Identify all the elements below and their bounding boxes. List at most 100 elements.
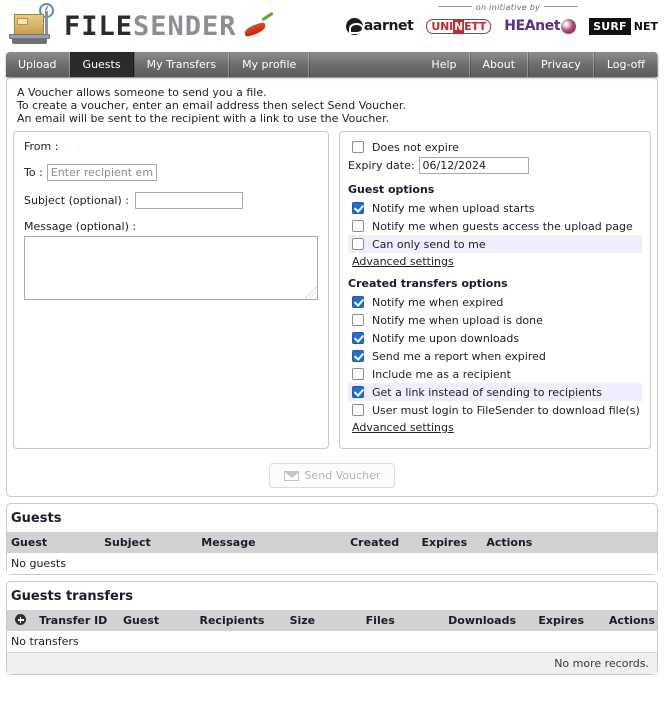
app-header: FILESENDER on initiative by aarnet UNINE… <box>0 0 664 52</box>
transfers-col-recipients[interactable]: Recipients <box>199 610 290 631</box>
recipient-email-input[interactable] <box>46 164 157 181</box>
main-navigation: Upload Guests My Transfers My profile He… <box>6 52 658 77</box>
guests-table: Guest Subject Message Created Expires Ac… <box>7 532 657 574</box>
aarnet-label: aarnet <box>363 18 414 34</box>
option-notify-guests-access[interactable]: Notify me when guests access the upload … <box>348 217 642 235</box>
option-does-not-expire[interactable]: Does not expire <box>348 138 642 156</box>
does-not-expire-checkbox[interactable] <box>352 141 364 153</box>
expand-plus-icon[interactable] <box>15 614 26 625</box>
notify-upload-starts-label: Notify me when upload starts <box>372 201 535 215</box>
nav-spacer <box>309 52 419 77</box>
transfers-col-expires[interactable]: Expires <box>538 610 609 631</box>
can-only-send-to-me-checkbox[interactable] <box>352 238 364 250</box>
expiry-date-row: Expiry date: <box>348 157 642 174</box>
sponsor-initiative-label: on initiative by <box>358 3 658 12</box>
nav-item-upload[interactable]: Upload <box>6 52 70 77</box>
notify-upon-downloads-checkbox[interactable] <box>352 332 364 344</box>
subject-input[interactable] <box>134 192 243 209</box>
include-me-as-recipient-checkbox[interactable] <box>352 368 364 380</box>
heanet-label: HEAnet <box>504 18 561 34</box>
nav-item-privacy[interactable]: Privacy <box>528 52 594 77</box>
intro-line-1: A Voucher allows someone to send you a f… <box>17 86 267 99</box>
option-notify-when-expired[interactable]: Notify me when expired <box>348 293 642 311</box>
compose-form: From : . · To : Subject (optional) : Mes… <box>13 131 329 449</box>
transfers-col-size[interactable]: Size <box>289 610 366 631</box>
notify-upon-downloads-label: Notify me upon downloads <box>372 331 520 345</box>
guest-advanced-settings-link[interactable]: Advanced settings <box>352 255 454 268</box>
guests-col-message[interactable]: Message <box>201 532 351 553</box>
message-textarea[interactable] <box>24 236 318 300</box>
nav-item-my-profile[interactable]: My profile <box>229 52 310 77</box>
subject-row: Subject (optional) : <box>24 192 318 209</box>
send-report-when-expired-checkbox[interactable] <box>352 350 364 362</box>
transfers-empty-message: No transfers <box>7 631 657 653</box>
chili-pepper-icon <box>242 11 276 39</box>
uninett-suffix: ETT <box>464 19 487 33</box>
include-me-as-recipient-label: Include me as a recipient <box>372 367 511 381</box>
heanet-swirl-icon <box>561 18 577 34</box>
nav-item-about[interactable]: About <box>469 52 529 77</box>
user-must-login-checkbox[interactable] <box>352 404 364 416</box>
guests-col-subject[interactable]: Subject <box>104 532 202 553</box>
transfers-advanced-settings-link[interactable]: Advanced settings <box>352 421 454 434</box>
does-not-expire-label: Does not expire <box>372 140 459 154</box>
logo-text-file: FILE <box>64 10 134 42</box>
nav-item-help[interactable]: Help <box>419 52 470 77</box>
option-notify-upon-downloads[interactable]: Notify me upon downloads <box>348 329 642 347</box>
option-include-me-as-recipient[interactable]: Include me as a recipient <box>348 365 642 383</box>
sponsor-logo-surfnet: SURF NET <box>589 17 658 35</box>
envelope-icon <box>283 470 299 481</box>
option-can-only-send-to-me[interactable]: Can only send to me <box>348 235 642 253</box>
option-send-report-when-expired[interactable]: Send me a report when expired <box>348 347 642 365</box>
option-user-must-login[interactable]: User must login to FileSender to downloa… <box>348 401 642 419</box>
notify-guests-access-label: Notify me when guests access the upload … <box>372 219 633 233</box>
notify-upload-done-checkbox[interactable] <box>352 314 364 326</box>
option-get-link-instead[interactable]: Get a link instead of sending to recipie… <box>348 383 642 401</box>
guests-col-expires[interactable]: Expires <box>421 532 487 553</box>
transfers-options-title: Created transfers options <box>348 277 508 290</box>
intro-instructions: A Voucher allows someone to send you a f… <box>13 84 651 131</box>
transfers-col-transfer-id[interactable]: Transfer ID <box>39 610 124 631</box>
guests-col-created[interactable]: Created <box>350 532 422 553</box>
from-value: . · <box>64 140 84 153</box>
sponsor-logo-heanet: HEAnet <box>504 18 577 34</box>
expiry-date-input[interactable] <box>418 157 529 174</box>
app-logo[interactable]: FILESENDER <box>8 2 276 50</box>
intro-line-3: An email will be sent to the recipient w… <box>17 112 390 125</box>
surfnet-net-label: NET <box>633 19 658 33</box>
subject-label: Subject (optional) : <box>24 194 129 207</box>
send-report-when-expired-label: Send me a report when expired <box>372 349 546 363</box>
surfnet-boxed-label: SURF <box>589 17 631 35</box>
guests-col-actions[interactable]: Actions <box>486 532 535 553</box>
logo-wordmark: FILESENDER <box>64 13 237 40</box>
transfers-col-files[interactable]: Files <box>365 610 449 631</box>
transfers-col-downloads[interactable]: Downloads <box>448 610 539 631</box>
option-notify-upload-starts[interactable]: Notify me when upload starts <box>348 199 642 217</box>
nav-item-log-off[interactable]: Log-off <box>593 52 658 77</box>
sponsor-bar: on initiative by aarnet UNINETT HEAnet S… <box>345 3 658 39</box>
transfers-footer-row: No more records. <box>7 652 657 674</box>
guests-empty-row: No guests <box>7 553 657 574</box>
voucher-options: Does not expire Expiry date: Guest optio… <box>339 131 651 449</box>
to-row: To : <box>24 164 318 181</box>
transfers-col-guest[interactable]: Guest <box>123 610 200 631</box>
send-voucher-button[interactable]: Send Voucher <box>268 463 396 488</box>
can-only-send-to-me-label: Can only send to me <box>372 237 486 251</box>
get-link-instead-checkbox[interactable] <box>352 386 364 398</box>
transfers-col-actions[interactable]: Actions <box>608 610 657 631</box>
guest-options-title: Guest options <box>348 183 435 196</box>
nav-item-my-transfers[interactable]: My Transfers <box>133 52 230 77</box>
guests-section-title: Guests <box>11 511 62 526</box>
guests-transfers-section-title: Guests transfers <box>11 589 133 604</box>
notify-upload-starts-checkbox[interactable] <box>352 202 364 214</box>
guests-col-filler <box>534 532 657 553</box>
guests-col-guest[interactable]: Guest <box>7 532 105 553</box>
transfers-empty-row: No transfers <box>7 631 657 653</box>
option-notify-upload-done[interactable]: Notify me when upload is done <box>348 311 642 329</box>
user-must-login-label: User must login to FileSender to downloa… <box>372 403 640 417</box>
notify-guests-access-checkbox[interactable] <box>352 220 364 232</box>
from-row: From : . · <box>24 140 318 153</box>
notify-when-expired-checkbox[interactable] <box>352 296 364 308</box>
nav-item-guests[interactable]: Guests <box>69 52 134 77</box>
sponsor-logo-uninett: UNINETT <box>426 18 492 34</box>
